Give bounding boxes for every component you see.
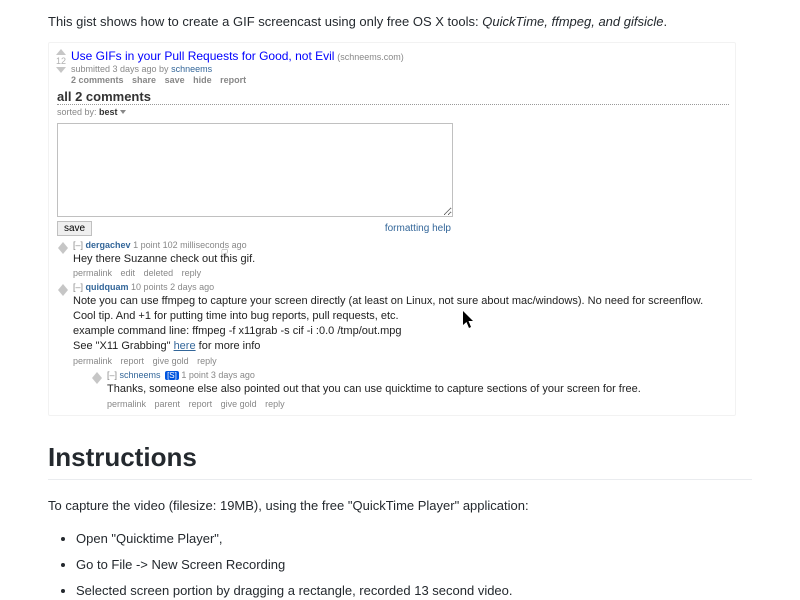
collapse-toggle[interactable]: [–]	[107, 370, 117, 380]
comment-meta: 1 point 102 milliseconds ago	[133, 240, 247, 250]
list-item: Selected screen portion by dragging a re…	[76, 581, 752, 600]
action-reply[interactable]: reply	[197, 356, 217, 366]
capture-intro: To capture the video (filesize: 19MB), u…	[48, 496, 752, 516]
op-badge: [S]	[165, 371, 179, 380]
action-hide[interactable]: hide	[193, 75, 212, 85]
intro-suffix: .	[663, 14, 667, 29]
formatting-help-link[interactable]: formatting help	[385, 223, 451, 234]
post-tagline: submitted 3 days ago by schneems	[71, 64, 404, 74]
action-report[interactable]: report	[121, 356, 145, 366]
action-report[interactable]: report	[189, 399, 213, 409]
downvote-icon[interactable]	[92, 378, 102, 384]
downvote-icon[interactable]	[58, 248, 68, 254]
collapse-toggle[interactable]: [–]	[73, 282, 83, 292]
comment-text: Note you can use ffmpeg to capture your …	[73, 294, 729, 353]
post-author[interactable]: schneems	[171, 64, 212, 74]
upvote-icon[interactable]	[56, 49, 66, 55]
post-actions: 2 comments share save hide report	[71, 75, 404, 85]
save-button[interactable]: save	[57, 221, 92, 236]
intro-prefix: This gist shows how to create a GIF scre…	[48, 14, 482, 29]
action-permalink[interactable]: permalink	[107, 399, 146, 409]
comment-meta: 1 point 3 days ago	[181, 370, 255, 380]
action-give-gold[interactable]: give gold	[153, 356, 189, 366]
action-save[interactable]: save	[165, 75, 185, 85]
animated-gif-screenshot: 12 Use GIFs in your Pull Requests for Go…	[48, 42, 736, 416]
action-permalink[interactable]: permalink	[73, 356, 112, 366]
action-parent[interactable]: parent	[155, 399, 181, 409]
instructions-heading: Instructions	[48, 442, 752, 480]
action-permalink[interactable]: permalink	[73, 268, 112, 278]
downvote-icon[interactable]	[56, 67, 66, 73]
action-reply[interactable]: reply	[182, 268, 202, 278]
comment-author[interactable]: schneems	[120, 370, 161, 380]
post-vote: 12	[55, 49, 67, 73]
action-edit[interactable]: edit	[121, 268, 136, 278]
comment-author[interactable]: quidquam	[86, 282, 129, 292]
action-comments[interactable]: 2 comments	[71, 75, 124, 85]
action-give-gold[interactable]: give gold	[221, 399, 257, 409]
intro-tools: QuickTime, ffmpeg, and gifsicle	[482, 14, 663, 29]
comment-text: Thanks, someone else also pointed out th…	[107, 382, 729, 397]
comment-author[interactable]: dergachev	[86, 240, 131, 250]
comment-textarea[interactable]	[57, 123, 453, 217]
action-reply[interactable]: reply	[265, 399, 285, 409]
post-domain: (schneems.com)	[337, 52, 404, 62]
post-title-link[interactable]: Use GIFs in your Pull Requests for Good,…	[71, 49, 334, 63]
instruction-list: Open "Quicktime Player", Go to File -> N…	[48, 529, 752, 600]
comment-meta: 10 points 2 days ago	[131, 282, 214, 292]
dropdown-icon	[120, 110, 126, 114]
sorted-by[interactable]: sorted by: best	[57, 107, 729, 117]
action-share[interactable]: share	[132, 75, 156, 85]
list-item: Go to File -> New Screen Recording	[76, 555, 752, 575]
list-item: Open "Quicktime Player",	[76, 529, 752, 549]
action-report[interactable]: report	[220, 75, 246, 85]
action-deleted[interactable]: deleted	[144, 268, 174, 278]
post-score: 12	[56, 56, 66, 66]
collapse-toggle[interactable]: [–]	[73, 240, 83, 250]
gist-intro: This gist shows how to create a GIF scre…	[48, 12, 752, 32]
comment-text: Hey there Suzanne check out this gif.	[73, 252, 729, 267]
downvote-icon[interactable]	[58, 290, 68, 296]
x11-grabbing-link[interactable]: here	[174, 340, 196, 352]
all-comments-header: all 2 comments	[57, 89, 729, 105]
